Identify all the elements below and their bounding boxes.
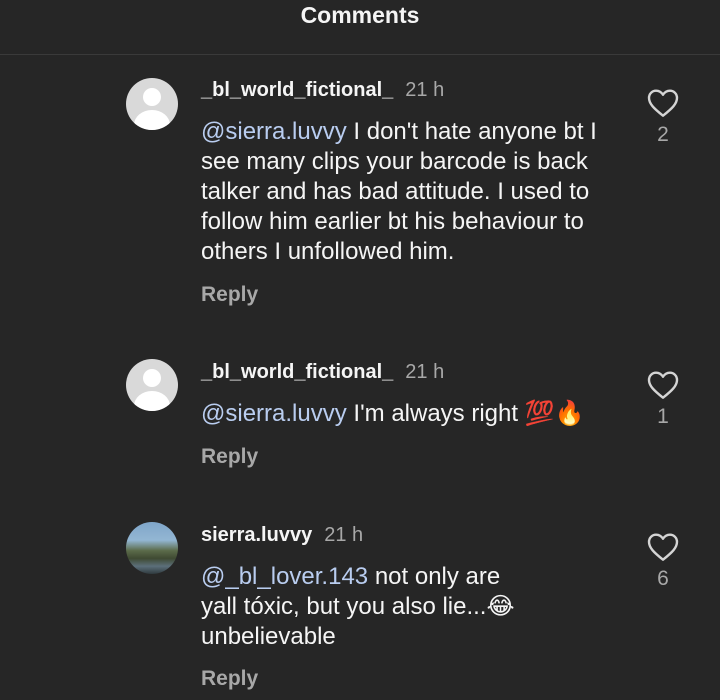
like-control: 1 [646,370,680,430]
avatar[interactable] [126,78,178,130]
username[interactable]: _bl_world_fictional_ [201,361,393,383]
comment-text: @_bl_lover.143 not only are yall tóxic, … [201,562,531,652]
mention-link[interactable]: @_bl_lover.143 [201,563,368,590]
reply-button[interactable]: Reply [201,445,258,469]
like-control: 2 [646,88,680,148]
comment-meta: _bl_world_fictional_ 21 h [201,78,444,102]
heart-outline-icon[interactable] [647,88,679,118]
reply-button[interactable]: Reply [201,667,258,691]
comment-meta: sierra.luvvy 21 h [201,523,363,547]
comment-meta: _bl_world_fictional_ 21 h [201,360,444,384]
timestamp: 21 h [405,79,445,101]
reply-button[interactable]: Reply [201,283,258,307]
mention-link[interactable]: @sierra.luvvy [201,400,347,427]
avatar[interactable] [126,522,178,574]
comment-text: @sierra.luvvy I'm always right 💯🔥 [201,399,631,429]
like-count: 1 [657,405,669,428]
username[interactable]: _bl_world_fictional_ [201,79,393,101]
like-count: 6 [657,567,669,590]
heart-outline-icon[interactable] [647,370,679,400]
comment-body: I'm always right 💯🔥 [346,400,585,427]
avatar[interactable] [126,359,178,411]
timestamp: 21 h [405,361,445,383]
like-count: 2 [657,123,669,146]
page-title: Comments [300,2,420,28]
like-control: 6 [646,532,680,592]
heart-outline-icon[interactable] [647,532,679,562]
mention-link[interactable]: @sierra.luvvy [201,118,347,145]
header-divider [0,54,720,55]
header: Comments [0,0,720,34]
timestamp: 21 h [324,524,364,546]
comment-text: @sierra.luvvy I don't hate anyone bt I s… [201,117,631,267]
comments-screen: Comments _bl_world_fictional_ 21 h @sierr… [0,0,720,700]
username[interactable]: sierra.luvvy [201,524,312,546]
